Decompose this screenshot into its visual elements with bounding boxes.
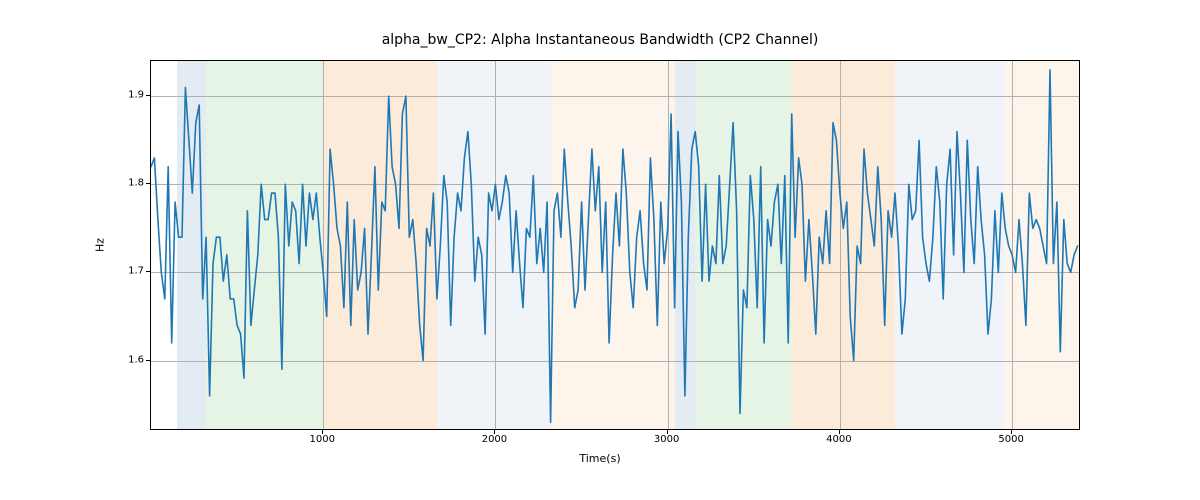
y-tick-label: 1.9 [120, 90, 144, 101]
x-tick-mark [839, 430, 840, 434]
x-axis-label: Time(s) [0, 452, 1200, 465]
x-tick-mark [667, 430, 668, 434]
y-tick-mark [146, 360, 150, 361]
y-tick-mark [146, 183, 150, 184]
y-axis-label: Hz [94, 238, 107, 252]
x-tick-mark [322, 430, 323, 434]
y-tick-label: 1.6 [120, 354, 144, 365]
x-tick-mark [1011, 430, 1012, 434]
x-tick-label: 1000 [309, 434, 334, 445]
x-tick-label: 5000 [998, 434, 1023, 445]
x-tick-label: 2000 [482, 434, 507, 445]
y-tick-label: 1.8 [120, 178, 144, 189]
x-tick-label: 3000 [654, 434, 679, 445]
line-series [151, 61, 1080, 430]
y-tick-label: 1.7 [120, 266, 144, 277]
chart-title: alpha_bw_CP2: Alpha Instantaneous Bandwi… [0, 32, 1200, 48]
y-tick-mark [146, 95, 150, 96]
y-tick-mark [146, 271, 150, 272]
x-tick-mark [494, 430, 495, 434]
x-tick-label: 4000 [826, 434, 851, 445]
plot-axes [150, 60, 1080, 430]
figure: alpha_bw_CP2: Alpha Instantaneous Bandwi… [0, 0, 1200, 500]
